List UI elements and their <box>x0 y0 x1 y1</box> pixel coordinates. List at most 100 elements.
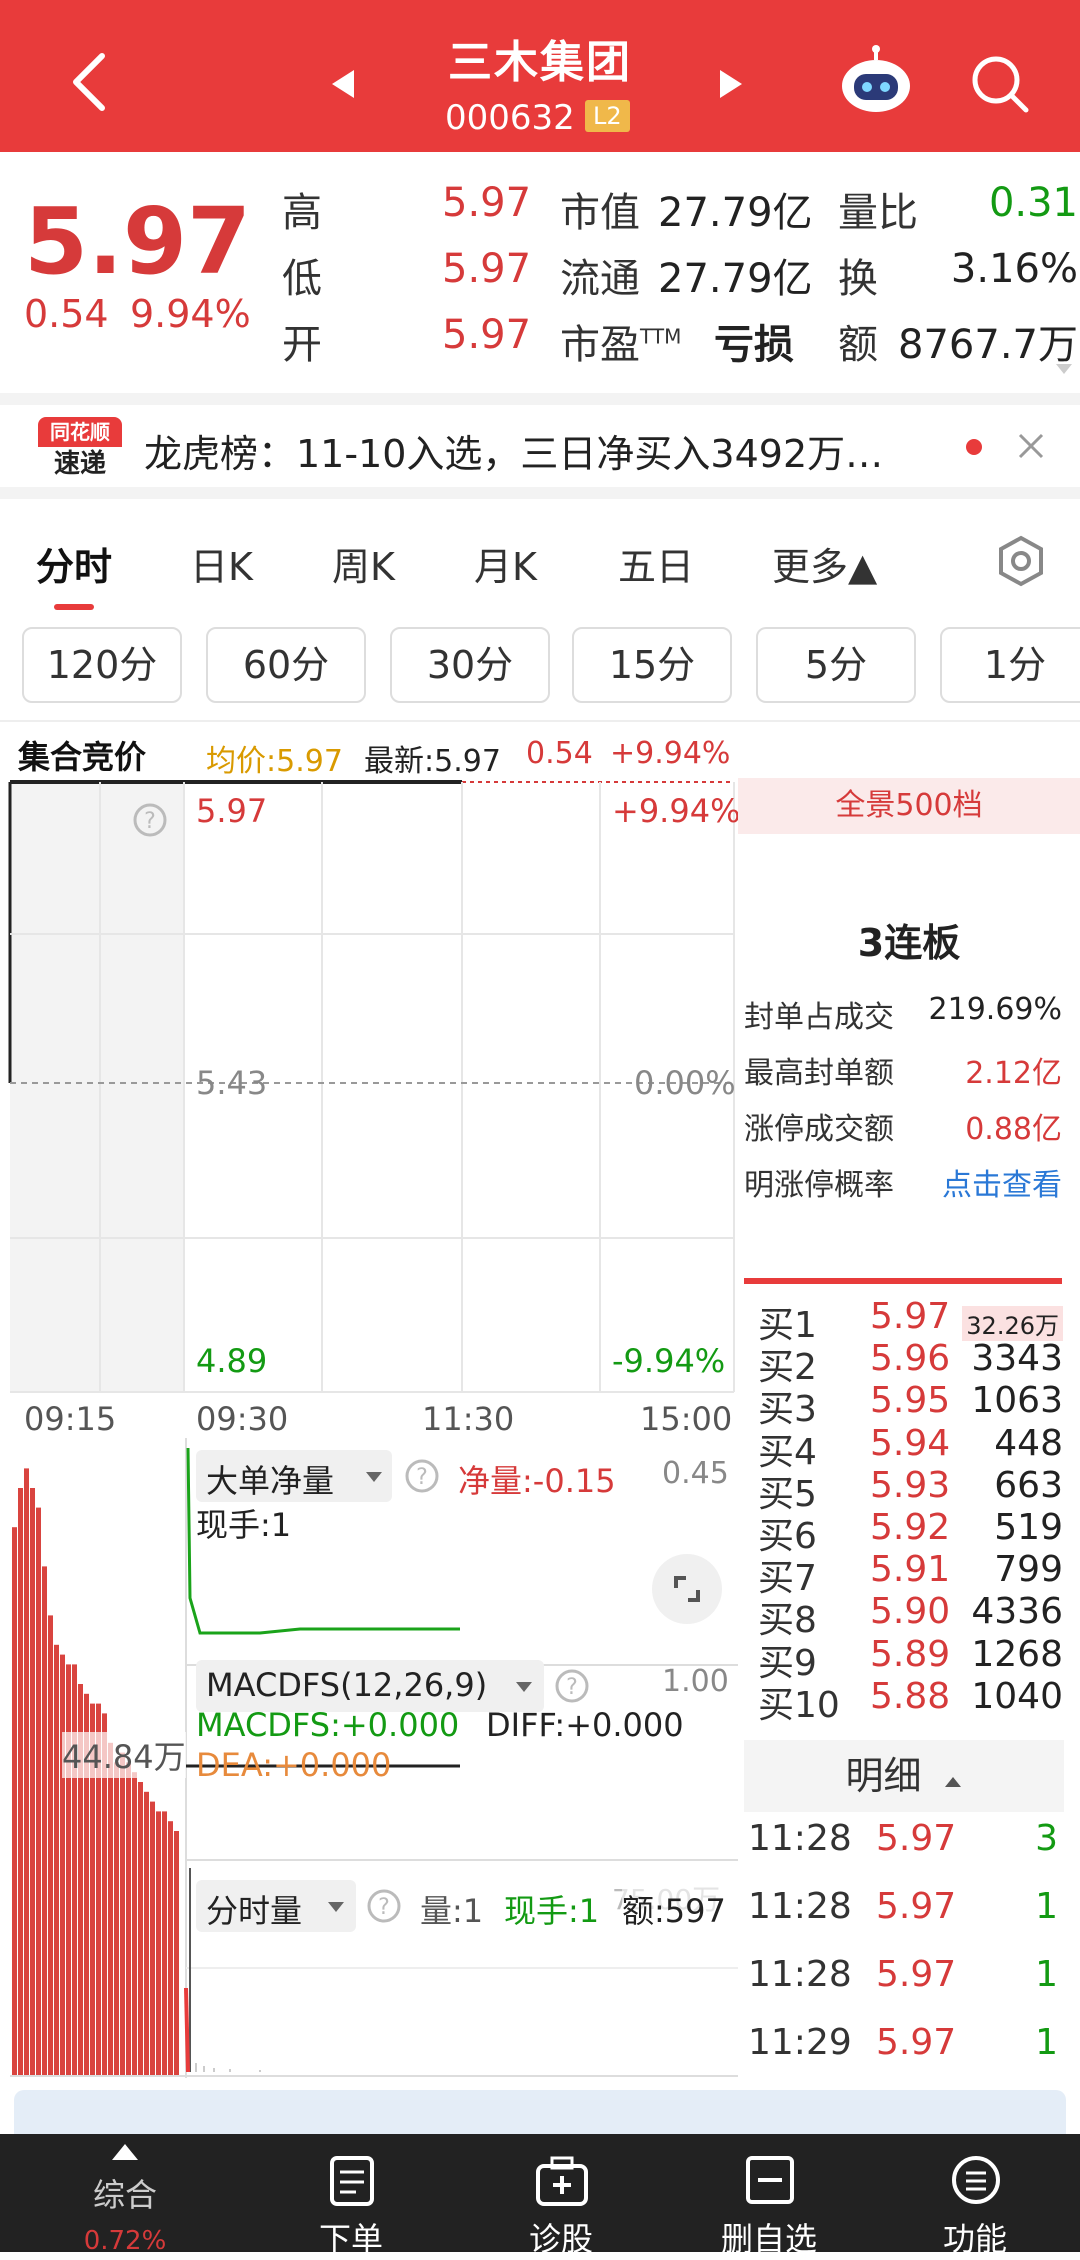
tab-five-day[interactable]: 五日 <box>618 536 694 591</box>
buy-level-row[interactable]: 买4 5.94 448 <box>758 1423 1063 1473</box>
buy-price: 5.95 <box>870 1380 951 1422</box>
pe-value: 亏损 <box>714 322 794 368</box>
time-0915: 09:15 <box>24 1400 117 1438</box>
buy-level-row[interactable]: 买6 5.92 519 <box>758 1507 1063 1557</box>
tab-weekly-k[interactable]: 周K <box>332 536 395 591</box>
period-5min[interactable]: 5分 <box>756 627 916 703</box>
axis-bottom-price: 4.89 <box>196 1342 268 1380</box>
auction-volume-bar <box>114 1762 119 2076</box>
period-120min[interactable]: 120分 <box>22 627 182 703</box>
active-tab-indicator <box>54 604 94 610</box>
dea-value: DEA:+0.000 <box>196 1746 392 1784</box>
volume-selector[interactable]: 分时量 <box>196 1880 356 1932</box>
axis-mid-pct: 0.00% <box>634 1064 736 1102</box>
detail-price: 5.97 <box>876 1818 957 1859</box>
news-banner[interactable]: 同花顺 速递 龙虎榜：11-10入选，三日净买入3492万… <box>0 393 1080 499</box>
next-stock-icon[interactable] <box>718 68 744 100</box>
detail-header[interactable]: 明细 <box>744 1740 1064 1812</box>
help-icon[interactable]: ? <box>554 1668 590 1704</box>
buy-level-row[interactable]: 买1 5.97 32.26万 <box>758 1296 1063 1346</box>
svg-text:?: ? <box>416 1465 428 1490</box>
time-1500: 15:00 <box>640 1400 733 1438</box>
detail-volume: 1 <box>1035 2022 1058 2063</box>
open-value: 5.97 <box>442 312 532 358</box>
buy-level-row[interactable]: 买10 5.88 1040 <box>758 1675 1063 1726</box>
buy-price: 5.93 <box>870 1464 951 1506</box>
buy-volume: 1063 <box>971 1380 1063 1422</box>
close-icon[interactable] <box>1016 431 1046 461</box>
settings-hexagon-icon[interactable] <box>996 534 1046 588</box>
l2-badge[interactable]: L2 <box>585 100 630 132</box>
help-icon[interactable]: ? <box>366 1888 402 1924</box>
axis-mid-price: 5.43 <box>196 1064 268 1102</box>
tab-intraday[interactable]: 分时 <box>36 536 112 591</box>
detail-price: 5.97 <box>876 1954 957 1995</box>
auction-volume-bar <box>120 1752 125 2076</box>
buy-volume: 1268 <box>971 1633 1063 1675</box>
auction-volume-bar <box>144 1791 149 2076</box>
expand-arrow-icon[interactable] <box>1054 362 1074 376</box>
buy-volume: 519 <box>994 1507 1063 1548</box>
auction-label[interactable]: 集合竞价 <box>18 732 146 778</box>
dropdown-icon <box>366 1472 382 1482</box>
axis-top-pct: +9.94% <box>612 792 741 830</box>
collapse-up-icon <box>944 1777 961 1787</box>
search-icon[interactable] <box>970 54 1030 114</box>
detail-time: 11:28 <box>748 1954 852 1995</box>
period-60min[interactable]: 60分 <box>206 627 366 703</box>
amount-label: 额 <box>838 322 878 368</box>
full-depth-button[interactable]: 全景500档 <box>738 778 1080 834</box>
volume-hand: 现手:1 <box>504 1892 600 1930</box>
float-cap-label: 流通 <box>560 256 640 302</box>
limit-prob-label: 明涨停概率 <box>744 1168 894 1203</box>
buy-volume: 1040 <box>971 1675 1063 1717</box>
svg-text:?: ? <box>144 809 156 834</box>
unread-dot <box>966 439 982 455</box>
volume-qty: 量:1 <box>420 1892 484 1930</box>
svg-text:?: ? <box>378 1895 390 1920</box>
robot-icon[interactable] <box>838 44 914 116</box>
limit-prob-link[interactable]: 点击查看 <box>942 1160 1062 1204</box>
buy-level-row[interactable]: 买5 5.93 663 <box>758 1464 1063 1515</box>
diff-value: DIFF:+0.000 <box>486 1706 684 1744</box>
limit-amount-label: 涨停成交额 <box>744 1112 894 1147</box>
dadan-selector[interactable]: 大单净量 <box>196 1450 392 1502</box>
detail-time: 11:29 <box>748 2022 852 2063</box>
turnover-value: 3.16% <box>950 246 1078 292</box>
max-seal-value: 2.12亿 <box>965 1056 1062 1091</box>
period-15min[interactable]: 15分 <box>572 627 732 703</box>
fullscreen-button[interactable] <box>652 1554 722 1624</box>
dadan-hand: 现手:1 <box>196 1506 292 1544</box>
fullscreen-icon <box>674 1576 700 1602</box>
bottom-toolbar: 综合 0.72% 下单 诊股 删自选 功能 <box>0 2134 1080 2258</box>
buy-price: 5.96 <box>870 1338 951 1380</box>
buy-level-row[interactable]: 买7 5.91 799 <box>758 1549 1063 1599</box>
buy-level-row[interactable]: 买3 5.95 1063 <box>758 1380 1063 1430</box>
buy-level-row[interactable]: 买8 5.90 4336 <box>758 1591 1063 1641</box>
period-1min[interactable]: 1分 <box>940 627 1080 703</box>
auction-volume-bar <box>42 1566 47 2076</box>
auction-volume-bar <box>174 1831 179 2076</box>
auction-volume-bar <box>48 1615 53 2076</box>
help-icon[interactable]: ? <box>404 1458 440 1494</box>
volume-ratio-label: 量比 <box>838 190 918 236</box>
buy-level-row[interactable]: 买9 5.89 1268 <box>758 1633 1063 1684</box>
tab-more[interactable]: 更多▲ <box>772 536 877 591</box>
ths-logo: 同花顺 速递 <box>38 417 122 483</box>
buy-level-row[interactable]: 买2 5.96 3343 <box>758 1338 1063 1388</box>
auction-volume-bar <box>162 1811 167 2076</box>
help-icon[interactable]: ? <box>132 802 168 838</box>
tab-daily-k[interactable]: 日K <box>190 536 253 591</box>
orderbook-divider <box>744 1278 1062 1284</box>
turnover-label: 换 <box>838 256 878 302</box>
period-30min[interactable]: 30分 <box>390 627 550 703</box>
auction-volume-bar <box>138 1782 143 2076</box>
macd-selector[interactable]: MACDFS(12,26,9) <box>196 1660 544 1712</box>
tab-monthly-k[interactable]: 月K <box>474 536 537 591</box>
auction-volume-bar <box>54 1644 59 2076</box>
auction-volume-bar <box>108 1742 113 2076</box>
detail-time: 11:28 <box>748 1818 852 1859</box>
buy-volume: 799 <box>994 1549 1063 1591</box>
market-cap-value: 27.79亿 <box>658 190 813 236</box>
auction-volume-bar <box>66 1664 71 2076</box>
